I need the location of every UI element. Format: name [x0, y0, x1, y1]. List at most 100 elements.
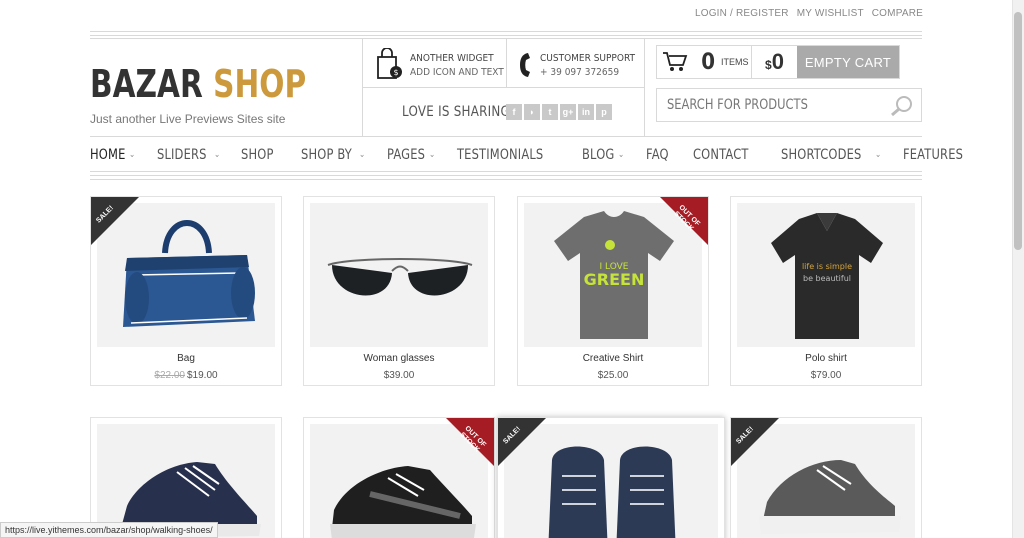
nav-item-label: BLOG [582, 147, 615, 163]
chevron-down-icon: ⌄ [875, 150, 882, 160]
cart-icon [663, 52, 688, 71]
search-input[interactable] [667, 97, 848, 113]
product-price: $39.00 [304, 370, 494, 381]
current-price: $39.00 [383, 370, 415, 381]
nav-item-testimonials[interactable]: TESTIMONIALS [457, 144, 562, 166]
nav-item-pages[interactable]: PAGES ⌄ [387, 144, 437, 166]
scrollbar-thumb[interactable] [1014, 12, 1022, 250]
product-name[interactable]: Polo shirt [731, 353, 921, 364]
linkedin-icon[interactable]: in [578, 104, 594, 120]
nav-item-label: FAQ [645, 147, 669, 163]
header-divider [90, 31, 922, 32]
header-divider [90, 35, 922, 36]
compare-link[interactable]: COMPARE [872, 8, 923, 19]
support-title: CUSTOMER SUPPORT [540, 53, 635, 64]
product-image[interactable] [310, 203, 488, 347]
google-plus-icon[interactable]: g+ [560, 104, 576, 120]
product-price: $25.00 [518, 370, 708, 381]
out-of-stock-badge: OUT OF STOCK [434, 418, 494, 478]
logo-text-primary: BAZAR [90, 62, 203, 106]
nav-item-label: SHOP BY [300, 147, 352, 163]
polo-shirt-image: life is simple be beautiful [771, 213, 883, 339]
support-widget: CUSTOMER SUPPORT + 39 097 372659 [518, 50, 635, 80]
cart-count: 0 [701, 49, 715, 75]
shopping-bag-icon: $ [377, 48, 402, 79]
chevron-down-icon: ⌄ [359, 150, 366, 160]
nav-item-shop[interactable]: SHOP [241, 144, 281, 166]
nav-divider [90, 179, 922, 180]
current-price: $19.00 [187, 370, 218, 381]
sharing-label: LOVE IS SHARING [402, 104, 511, 120]
sunglasses-image [327, 258, 473, 296]
rss-icon[interactable]: ◗ [524, 104, 540, 120]
sale-badge: SALE! [91, 197, 151, 257]
wishlist-link[interactable]: MY WISHLIST [797, 8, 864, 19]
svg-text:life is simple: life is simple [802, 262, 852, 271]
logo-text-accent: SHOP [213, 62, 307, 106]
old-price: $22.00 [154, 370, 185, 381]
svg-text:be beautiful: be beautiful [803, 274, 851, 283]
nav-item-label: SLIDERS [157, 147, 207, 163]
nav-item-sliders[interactable]: SLIDERS ⌄ [157, 144, 221, 166]
product-card[interactable]: life is simple be beautiful Polo shirt $… [730, 196, 922, 386]
product-card[interactable]: SALE! [730, 417, 922, 538]
support-phone: + 39 097 372659 [540, 67, 620, 78]
product-card[interactable]: Woman glasses $39.00 [303, 196, 495, 386]
cart-currency: $ [765, 58, 772, 72]
product-name[interactable]: Bag [91, 353, 281, 364]
product-card[interactable]: I LOVE GREEN OUT OF STOCK Creative Shirt… [517, 196, 709, 386]
social-icons: f ◗ t g+ in p [506, 104, 612, 120]
product-card[interactable]: SALE! [497, 417, 725, 538]
product-name[interactable]: Creative Shirt [518, 353, 708, 364]
header-separator [362, 87, 644, 88]
product-image[interactable]: life is simple be beautiful [737, 203, 915, 347]
nav-divider [90, 175, 922, 176]
sneaker-image [119, 462, 261, 538]
nav-item-shop-by[interactable]: SHOP BY ⌄ [301, 144, 367, 166]
chevron-down-icon: ⌄ [617, 150, 625, 160]
login-register-link[interactable]: LOGIN / REGISTER [695, 8, 789, 19]
current-price: $79.00 [810, 370, 842, 381]
pinterest-icon[interactable]: p [596, 104, 612, 120]
product-search [656, 88, 922, 122]
cart-total: $ 0 [751, 46, 797, 78]
top-links: LOGIN / REGISTER MY WISHLIST COMPARE [695, 8, 923, 19]
nav-item-label: SHORTCODES [781, 147, 862, 163]
empty-cart-button[interactable]: EMPTY CART [797, 46, 899, 78]
nav-item-label: FEATURES [903, 147, 964, 163]
nav-item-home[interactable]: HOME ⌄ [90, 144, 137, 166]
chevron-down-icon: ⌄ [213, 150, 220, 160]
nav-divider [90, 136, 922, 137]
nav-item-shortcodes[interactable]: SHORTCODES ⌄ [781, 144, 883, 166]
search-icon[interactable] [889, 95, 913, 117]
product-price: $79.00 [731, 370, 921, 381]
nav-item-label: PAGES [386, 147, 425, 163]
chevron-down-icon: ⌄ [129, 150, 136, 160]
cart-total-value: 0 [771, 49, 784, 74]
nav-item-contact[interactable]: CONTACT [693, 144, 761, 166]
info-widget: $ ANOTHER WIDGET ADD ICON AND TEXT [376, 48, 504, 80]
page-scrollbar[interactable] [1012, 0, 1024, 538]
chevron-down-icon: ⌄ [429, 150, 436, 160]
sale-badge: SALE! [731, 418, 791, 478]
browser-status-bar: https://live.yithemes.com/bazar/shop/wal… [0, 522, 218, 538]
nav-item-features[interactable]: FEATURES [903, 144, 976, 166]
main-navigation: HOME ⌄ SLIDERS ⌄ SHOP SHOP BY ⌄ PAGES ⌄ TESTIMONI… [90, 144, 996, 166]
product-name[interactable]: Woman glasses [304, 353, 494, 364]
twitter-icon[interactable]: t [542, 104, 558, 120]
product-card[interactable]: SALE! Bag $22.00 $19.00 [90, 196, 282, 386]
mini-cart[interactable]: 0 ITEMS $ 0 EMPTY CART [656, 45, 900, 79]
product-image[interactable] [97, 424, 275, 538]
product-card[interactable] [90, 417, 282, 538]
svg-text:GREEN: GREEN [584, 270, 645, 289]
sale-badge: SALE! [498, 418, 558, 478]
nav-item-blog[interactable]: BLOG ⌄ [582, 144, 625, 166]
site-logo[interactable]: BAZAR SHOP [90, 62, 306, 106]
widget-subtitle: ADD ICON AND TEXT [410, 67, 504, 78]
nav-item-label: HOME [90, 147, 126, 163]
facebook-icon[interactable]: f [506, 104, 522, 120]
product-card[interactable]: OUT OF STOCK [303, 417, 495, 538]
header-separator [644, 39, 645, 136]
product-price: $22.00 $19.00 [91, 370, 281, 381]
nav-item-faq[interactable]: FAQ [646, 144, 674, 166]
